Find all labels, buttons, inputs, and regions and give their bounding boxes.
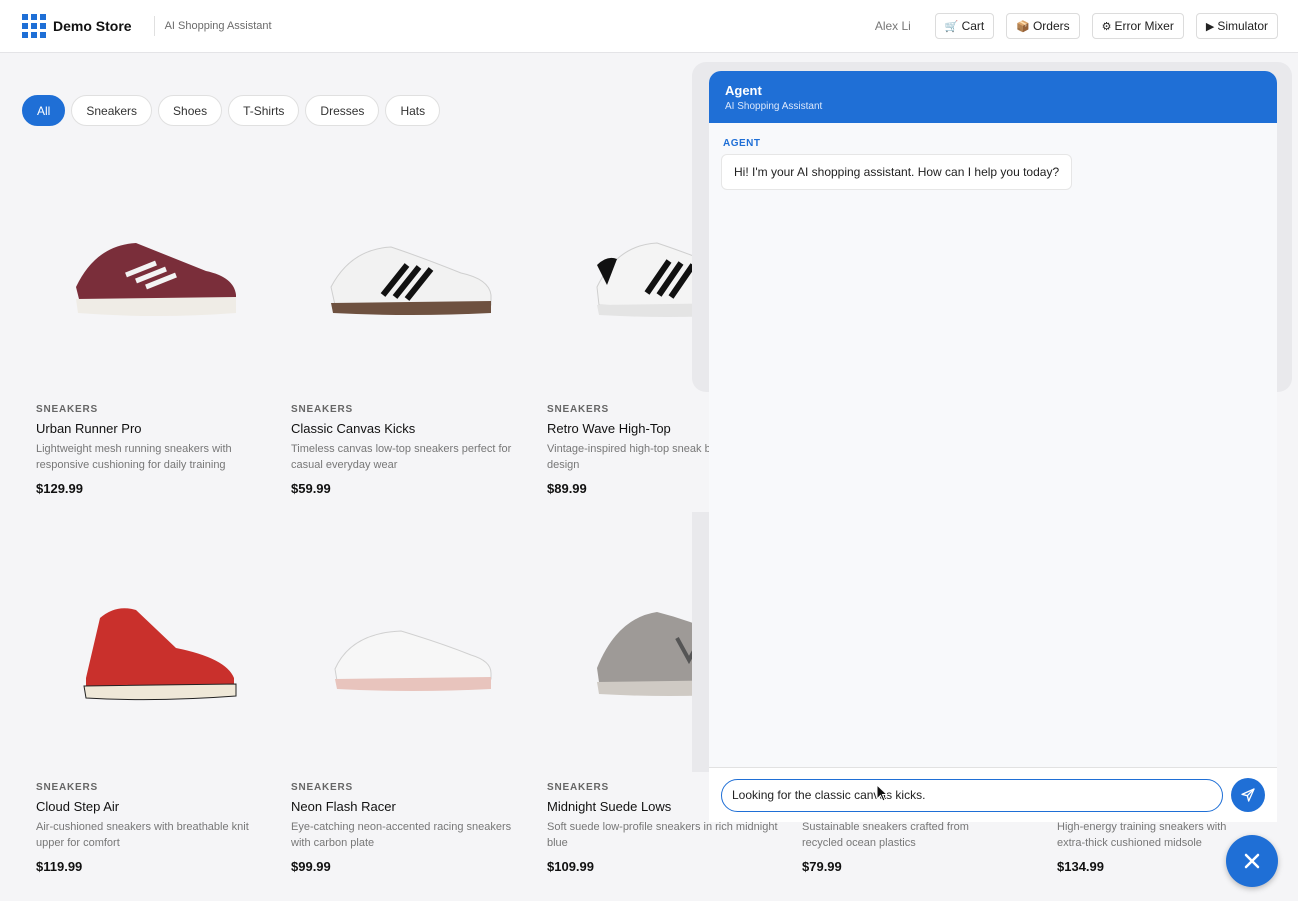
cart-icon: 🛒 [944,20,959,33]
filter-chip-t-shirts[interactable]: T-Shirts [228,95,300,126]
product-name[interactable]: Cloud Step Air [36,799,276,814]
simulator-label: Simulator [1217,19,1268,33]
header-divider [153,16,155,36]
top-bar: Demo Store AI Shopping Assistant Alex Li… [0,0,1298,53]
chat-title: Agent [725,83,762,98]
send-icon [1241,788,1255,802]
product-card[interactable]: SNEAKERS Neon Flash Racer Eye-catching n… [291,538,531,874]
user-name: Alex Li [874,19,911,33]
mouse-cursor-icon [876,784,888,802]
filter-chip-hats[interactable]: Hats [385,95,441,126]
package-icon: 📦 [1016,20,1030,33]
product-price: $109.99 [547,859,594,874]
product-card[interactable]: SNEAKERS Cloud Step Air Air-cushioned sn… [36,538,276,874]
filter-chip-shoes[interactable]: Shoes [158,95,223,126]
play-icon: ▶ [1205,20,1215,33]
product-price: $129.99 [36,481,83,496]
product-category: SNEAKERS [291,404,353,415]
product-description: Eye-catching neon-accented racing sneake… [291,821,512,849]
error-mixer-button[interactable]: ⚙ Error Mixer [1091,13,1184,39]
chat-header: Agent AI Shopping Assistant [709,71,1277,123]
simulator-button[interactable]: ▶ Simulator [1195,13,1278,39]
product-category: SNEAKERS [36,782,98,793]
product-price: $59.99 [291,481,331,496]
product-image[interactable] [36,160,276,390]
send-button[interactable] [1231,778,1265,812]
brand-name[interactable]: Demo Store [53,18,132,34]
product-description: Soft suede low-profile sneakers in rich … [547,821,778,849]
product-description: Sustainable sneakers crafted from recycl… [802,821,969,849]
error-mixer-label: Error Mixer [1114,19,1174,33]
product-price: $134.99 [1057,859,1104,874]
product-description: Air-cushioned sneakers with breathable k… [36,821,249,849]
chat-panel: Agent AI Shopping Assistant AGENT Hi! I'… [709,71,1277,822]
message-sender: AGENT [723,138,761,149]
product-image[interactable] [291,538,531,768]
filter-chip-sneakers[interactable]: Sneakers [71,95,153,126]
agent-message: Hi! I'm your AI shopping assistant. How … [721,154,1073,190]
product-name[interactable]: Classic Canvas Kicks [291,421,531,436]
filter-chip-all[interactable]: All [22,95,66,126]
product-name[interactable]: Urban Runner Pro [36,421,276,436]
header-subtitle: AI Shopping Assistant [164,20,272,32]
chat-input[interactable] [721,778,1223,812]
cart-label: Cart [961,19,985,33]
chat-input-bar [709,767,1277,822]
cart-button[interactable]: 🛒 Cart [934,13,995,39]
product-price: $79.99 [802,859,842,874]
product-card[interactable]: SNEAKERS Classic Canvas Kicks Timeless c… [291,160,531,496]
close-icon [1244,853,1260,869]
product-description: Timeless canvas low-top sneakers perfect… [291,443,512,471]
product-category: SNEAKERS [36,404,98,415]
chat-subtitle: AI Shopping Assistant [725,101,823,112]
product-image[interactable] [36,538,276,768]
product-category: SNEAKERS [291,782,353,793]
product-price: $119.99 [36,859,83,874]
product-name[interactable]: Neon Flash Racer [291,799,531,814]
filter-chip-dresses[interactable]: Dresses [305,95,380,126]
product-price: $99.99 [291,859,331,874]
orders-button[interactable]: 📦 Orders [1006,13,1080,39]
store-logo-icon [22,14,46,38]
orders-label: Orders [1032,19,1070,33]
category-filters: All Sneakers Shoes T-Shirts Dresses Hats [22,95,446,126]
product-description: High-energy training sneakers with extra… [1057,821,1227,849]
close-chat-button[interactable] [1226,835,1278,887]
gear-icon: ⚙ [1101,20,1112,33]
product-card[interactable]: High-energy training sneakers with extra… [1057,814,1247,874]
product-image[interactable] [291,160,531,390]
product-card[interactable]: SNEAKERS Urban Runner Pro Lightweight me… [36,160,276,496]
product-card[interactable]: Sustainable sneakers crafted from recycl… [802,814,1002,874]
product-description: Lightweight mesh running sneakers with r… [36,443,232,471]
